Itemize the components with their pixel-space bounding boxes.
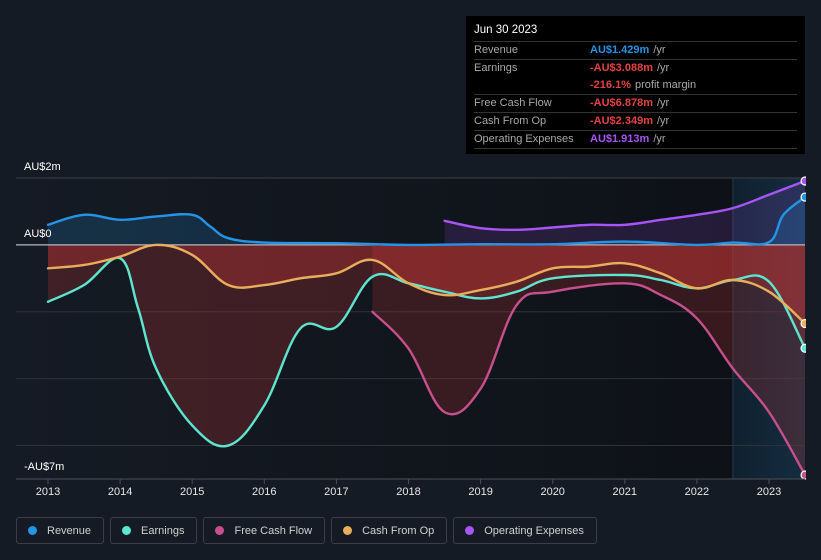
legend-item-free-cash-flow[interactable]: Free Cash Flow [203,517,326,544]
tooltip-suffix: profit margin [634,79,697,91]
tooltip-row-free-cash-flow: Free Cash Flow -AU$6.878m /yr [474,95,797,113]
tooltip-suffix: /yr [653,133,666,145]
tooltip-label: Cash From Op [474,115,547,127]
y-tick-label: -AU$7m [24,461,64,473]
tooltip-row-earnings: Earnings -AU$3.088m /yr [474,60,797,77]
tooltip-label [474,77,590,94]
tooltip-row-cash-from-op: Cash From Op -AU$2.349m /yr [474,113,797,131]
legend-label: Free Cash Flow [234,524,313,537]
legend-dot-icon [465,526,475,535]
legend-dot-icon [215,526,225,535]
legend-dot-icon [28,526,37,535]
legend-item-earnings[interactable]: Earnings [110,517,198,544]
tooltip-value: -AU$6.878m [590,97,653,109]
tooltip-row-operating-expenses: Operating Expenses AU$1.913m /yr [474,131,797,149]
legend-label: Operating Expenses [484,524,584,537]
tooltip-label: Free Cash Flow [474,97,552,109]
x-tick-label: 2019 [468,486,492,498]
y-tick-label: AU$0 [24,228,52,240]
tooltip: Jun 30 2023 Revenue AU$1.429m /yr Earnin… [466,16,805,154]
tooltip-label: Earnings [474,62,518,74]
x-tick-label: 2020 [540,486,564,498]
tooltip-value: AU$1.429m [590,44,650,56]
x-tick-label: 2021 [613,486,637,498]
tooltip-value: -216.1% [590,79,631,91]
right-margin [806,173,821,484]
y-tick-label: AU$2m [24,161,61,173]
x-tick-label: 2022 [685,486,709,498]
tooltip-suffix: /yr [656,115,670,127]
x-tick-label: 2016 [252,486,276,498]
legend-item-revenue[interactable]: Revenue [16,517,105,544]
tooltip-row-revenue: Revenue AU$1.429m /yr [474,42,797,60]
x-tick-label: 2015 [180,486,204,498]
tooltip-row-profit-margin: -216.1% profit margin [474,77,797,95]
x-tick-label: 2018 [396,486,420,498]
legend-dot-icon [122,526,132,535]
x-tick-label: 2014 [108,486,132,498]
tooltip-value: -AU$2.349m [590,115,653,127]
legend-item-operating-expenses[interactable]: Operating Expenses [453,517,597,544]
tooltip-suffix: /yr [656,97,670,109]
legend-item-cash-from-op[interactable]: Cash From Op [331,517,448,544]
x-tick-label: 2013 [36,486,60,498]
legend-dot-icon [343,526,353,535]
tooltip-label: Revenue [474,44,519,56]
legend-label: Cash From Op [362,524,435,537]
tooltip-value: AU$1.913m [590,133,650,145]
legend: Revenue Earnings Free Cash Flow Cash Fro… [16,517,597,544]
legend-label: Revenue [47,524,92,537]
x-tick-label: 2017 [324,486,348,498]
tooltip-date: Jun 30 2023 [474,24,797,42]
tooltip-suffix: /yr [653,44,666,56]
legend-label: Earnings [141,524,185,537]
tooltip-label: Operating Expenses [474,133,574,145]
x-tick-label: 2023 [757,486,781,498]
tooltip-suffix: /yr [656,62,670,74]
tooltip-value: -AU$3.088m [590,62,653,74]
